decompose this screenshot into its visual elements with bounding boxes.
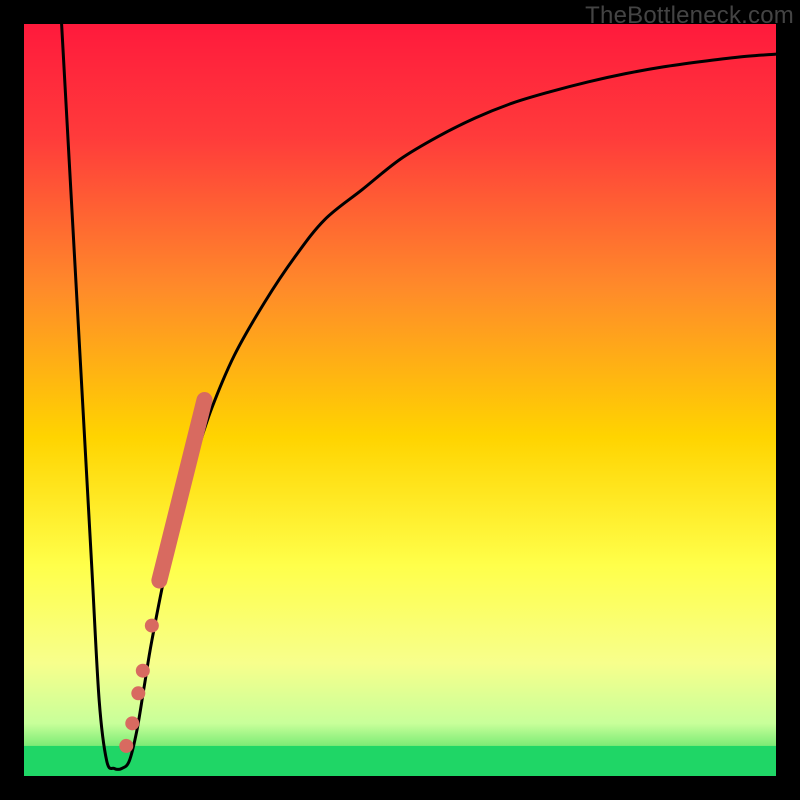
marker-single-4 xyxy=(125,716,139,730)
gradient-background xyxy=(24,24,776,776)
marker-single-1 xyxy=(145,619,159,633)
marker-single-5 xyxy=(119,739,133,753)
marker-single-2 xyxy=(136,664,150,678)
watermark-text: TheBottleneck.com xyxy=(585,2,794,30)
chart-frame: TheBottleneck.com xyxy=(0,0,800,800)
green-band xyxy=(24,746,776,776)
plot-area xyxy=(24,24,776,776)
marker-single-3 xyxy=(131,686,145,700)
chart-svg xyxy=(24,24,776,776)
